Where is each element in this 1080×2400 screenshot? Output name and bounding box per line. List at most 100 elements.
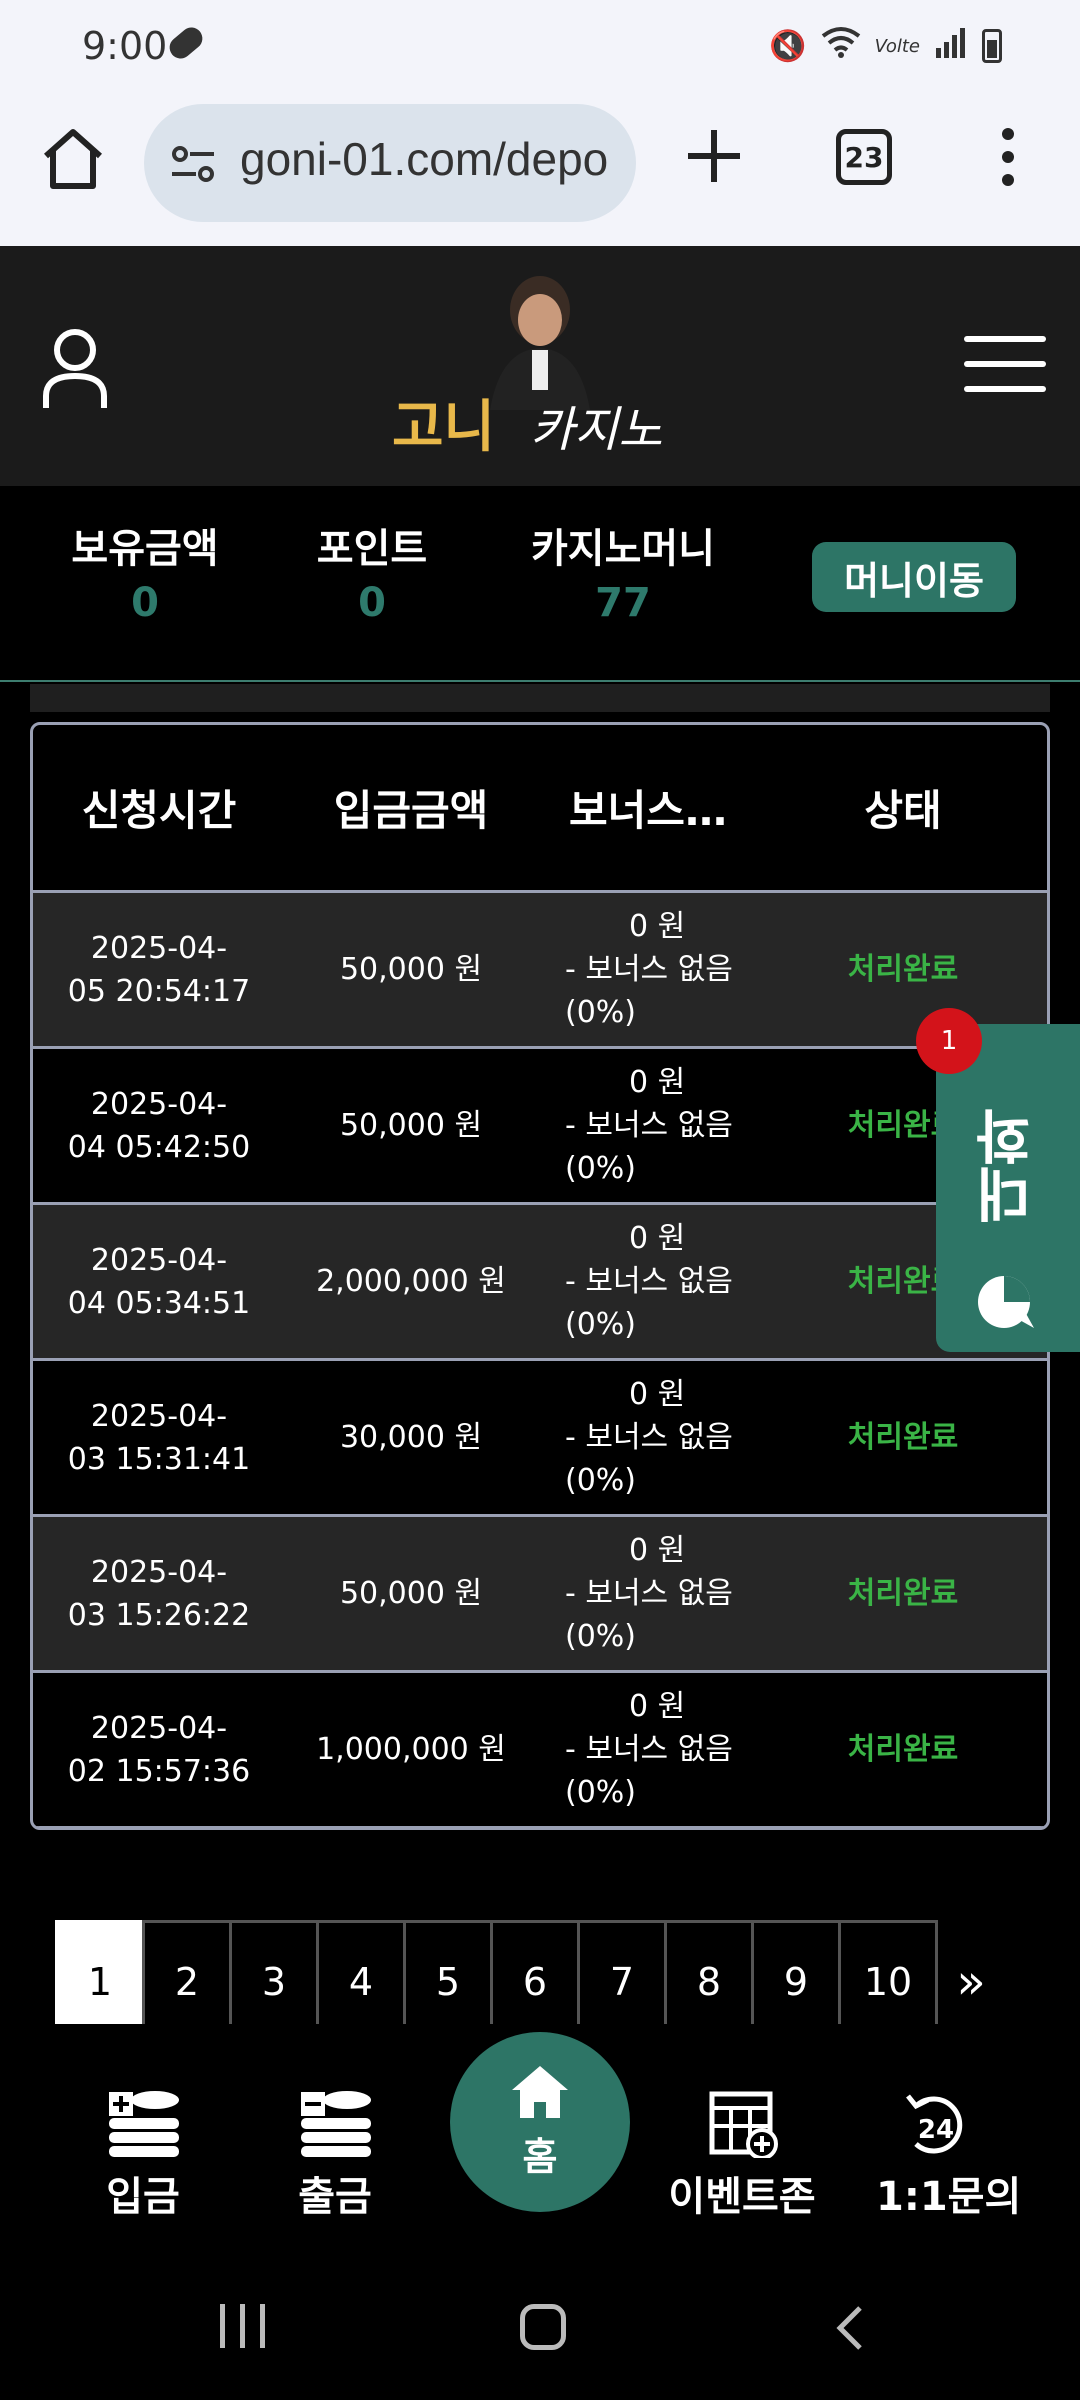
time-clock: 03 15:31:41 — [67, 1441, 251, 1477]
table-row: 2025-04- 05 20:54:17 50,000 원 0 원 - 보너스 없음 (0… — [33, 893, 1047, 1049]
bonus-rate: (0%) — [565, 995, 637, 1030]
cell-bonus: 0 원 - 보너스 없음 (0%) — [537, 1529, 759, 1658]
deposit-table: 신청시간 입금금액 보너스… 상태 2025-04- 05 20:54:17 50,… — [30, 722, 1050, 1830]
cell-status: 처리완료 — [847, 1420, 959, 1455]
browser-menu-button[interactable] — [994, 128, 1022, 186]
cell-deposit-amount: 50,000 원 — [339, 1576, 483, 1611]
cell-deposit-amount: 50,000 원 — [339, 952, 483, 987]
bonus-desc: - 보너스 없음 — [565, 952, 733, 987]
cell-request-time: 2025-04- 03 15:26:22 — [33, 1551, 285, 1637]
time-clock: 03 15:26:22 — [67, 1597, 251, 1633]
site-header: 고니 카지노 — [0, 246, 1080, 486]
time-date: 2025-04- — [90, 1398, 228, 1434]
user-icon[interactable] — [40, 326, 110, 412]
browser-home-button[interactable] — [40, 126, 106, 192]
bonus-rate: (0%) — [565, 1775, 637, 1810]
bonus-desc: - 보너스 없음 — [565, 1264, 733, 1299]
chat-label: 대화 — [974, 1108, 1042, 1224]
cell-deposit-amount: 1,000,000 원 — [316, 1732, 506, 1767]
cell-request-time: 2025-04- 02 15:57:36 — [33, 1707, 285, 1793]
table-header: 신청시간 입금금액 보너스… 상태 — [33, 725, 1047, 893]
deposit-history: 신청시간 입금금액 보너스… 상태 2025-04- 05 20:54:17 50,… — [0, 684, 1080, 1986]
back-icon[interactable] — [834, 2304, 864, 2352]
time-date: 2025-04- — [90, 1086, 228, 1122]
site-settings-icon[interactable] — [170, 144, 216, 184]
cell-request-time: 2025-04- 04 05:34:51 — [33, 1239, 285, 1325]
header-deposit-amount: 입금금액 — [333, 786, 489, 835]
table-row: 2025-04- 03 15:26:22 50,000 원 0 원 - 보너스 없음 (0… — [33, 1517, 1047, 1673]
svg-text:24: 24 — [918, 2115, 954, 2145]
nav-home-label: 홈 — [522, 2134, 558, 2179]
nav-withdraw-label: 출금 — [298, 2174, 372, 2220]
bonus-amount: 0 원 — [629, 1689, 686, 1724]
casino-money-value: 77 — [595, 580, 651, 626]
cell-bonus: 0 원 - 보너스 없음 (0%) — [537, 1373, 759, 1502]
support-24-icon: 24 — [906, 2094, 963, 2154]
deposit-coins-icon — [109, 2091, 179, 2157]
point-balance: 포인트 0 — [306, 516, 438, 626]
volte-label: Volte — [874, 35, 920, 57]
casino-money-label: 카지노머니 — [531, 526, 715, 572]
table-row: 2025-04- 02 15:57:36 1,000,000 원 0 원 - 보너스 없… — [33, 1673, 1047, 1827]
chat-badge: 1 — [916, 1008, 982, 1074]
mute-icon: 🔇 — [769, 28, 807, 64]
cell-deposit-amount: 30,000 원 — [339, 1420, 483, 1455]
point-value: 0 — [358, 580, 386, 626]
cell-request-time: 2025-04- 03 15:31:41 — [33, 1395, 285, 1481]
android-home-button[interactable] — [520, 2304, 566, 2350]
status-icons: 🔇 Volte — [769, 26, 1002, 66]
bonus-amount: 0 원 — [629, 1221, 686, 1256]
table-row: 2025-04- 04 05:34:51 2,000,000 원 0 원 - 보너스 없… — [33, 1205, 1047, 1361]
wifi-icon — [821, 26, 861, 66]
table-row: 2025-04- 04 05:42:50 50,000 원 0 원 - 보너스 없음 (0… — [33, 1049, 1047, 1205]
nav-inquiry-label: 1:1문의 — [876, 2174, 1022, 2220]
browser-toolbar: goni-01.com/depo 23 — [0, 96, 1080, 246]
hamburger-menu-icon[interactable] — [964, 336, 1046, 392]
table-row: 2025-04- 03 15:31:41 30,000 원 0 원 - 보너스 없음 (0… — [33, 1361, 1047, 1517]
time-clock: 04 05:34:51 — [67, 1285, 251, 1321]
header-status: 상태 — [864, 786, 942, 835]
chat-widget[interactable]: 1 대화 — [916, 1008, 1080, 1352]
home-icon — [44, 129, 102, 189]
bonus-amount: 0 원 — [629, 1533, 686, 1568]
top-strip — [30, 684, 1050, 712]
balance-bar: 보유금액 0 포인트 0 카지노머니 77 머니이동 — [0, 486, 1080, 682]
cell-bonus: 0 원 - 보너스 없음 (0%) — [537, 1685, 759, 1814]
header-request-time: 신청시간 — [81, 786, 237, 835]
site-logo[interactable]: 고니 카지노 — [390, 270, 690, 470]
android-nav-bar — [0, 2220, 1080, 2400]
holding-value: 0 — [131, 580, 159, 626]
bonus-amount: 0 원 — [629, 1377, 686, 1412]
cell-bonus: 0 원 - 보너스 없음 (0%) — [537, 905, 759, 1034]
time-clock: 02 15:57:36 — [67, 1753, 251, 1789]
bonus-desc: - 보너스 없음 — [565, 1576, 733, 1611]
bonus-amount: 0 원 — [629, 1065, 686, 1100]
nav-withdraw[interactable]: 출금 — [290, 2088, 380, 2222]
url-text: goni-01.com/depo — [240, 133, 609, 185]
cell-deposit-amount: 2,000,000 원 — [316, 1264, 506, 1299]
nav-home-button[interactable]: 홈 — [450, 2032, 630, 2212]
logo-text-casino: 카지노 — [530, 402, 663, 458]
recent-apps-button[interactable] — [218, 2304, 268, 2348]
url-bar[interactable]: goni-01.com/depo — [144, 104, 636, 222]
money-move-button[interactable]: 머니이동 — [812, 542, 1016, 612]
time-date: 2025-04- — [90, 1710, 228, 1746]
bonus-rate: (0%) — [565, 1307, 637, 1342]
bottom-nav: 입금 출금 홈 이벤트존 24 1:1문의 — [0, 2024, 1080, 2220]
new-tab-button[interactable] — [686, 128, 742, 184]
bonus-desc: - 보너스 없음 — [565, 1732, 733, 1767]
nav-deposit[interactable]: 입금 — [98, 2088, 188, 2222]
tab-switcher-button[interactable]: 23 — [836, 129, 892, 185]
time-clock: 04 05:42:50 — [67, 1129, 251, 1165]
holding-balance: 보유금액 0 — [62, 516, 228, 626]
nav-event-zone[interactable]: 이벤트존 — [664, 2088, 820, 2222]
status-time: 9:00 — [82, 24, 168, 68]
nav-inquiry[interactable]: 24 1:1문의 — [876, 2088, 1022, 2222]
cell-status: 처리완료 — [847, 1732, 959, 1767]
bonus-amount: 0 원 — [629, 909, 686, 944]
time-date: 2025-04- — [90, 1554, 228, 1590]
point-label: 포인트 — [316, 526, 428, 572]
bonus-desc: - 보너스 없음 — [565, 1108, 733, 1143]
battery-icon — [982, 29, 1002, 63]
cell-request-time: 2025-04- 04 05:42:50 — [33, 1083, 285, 1169]
